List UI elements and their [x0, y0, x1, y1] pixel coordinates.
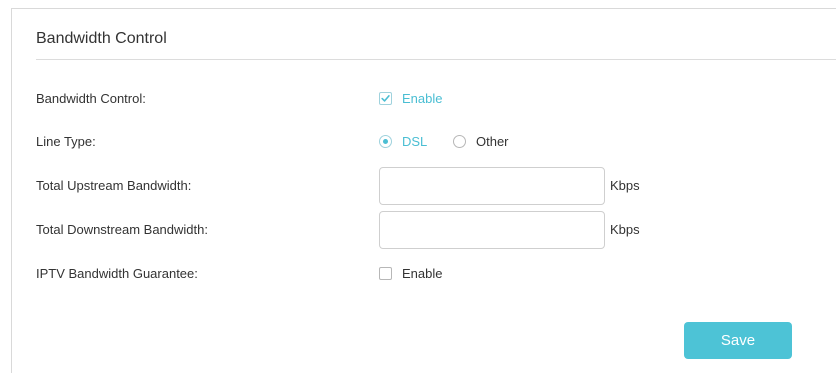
line-type-dsl-radio[interactable]: DSL: [379, 134, 427, 149]
save-button[interactable]: Save: [684, 322, 792, 359]
other-radio-circle[interactable]: [453, 135, 466, 148]
bandwidth-control-enable-checkbox[interactable]: Enable: [379, 91, 442, 106]
line-type-other-radio[interactable]: Other: [453, 134, 509, 149]
upstream-bandwidth-label: Total Upstream Bandwidth:: [36, 178, 192, 193]
bandwidth-control-label: Bandwidth Control:: [36, 91, 146, 106]
other-radio-label[interactable]: Other: [476, 134, 509, 149]
upstream-unit-label: Kbps: [610, 178, 640, 193]
upstream-bandwidth-input[interactable]: [379, 167, 605, 205]
radio-selected-dot: [383, 139, 388, 144]
line-type-label: Line Type:: [36, 134, 96, 149]
downstream-bandwidth-input[interactable]: [379, 211, 605, 249]
downstream-bandwidth-label: Total Downstream Bandwidth:: [36, 222, 208, 237]
dsl-radio-label[interactable]: DSL: [402, 134, 427, 149]
downstream-unit-label: Kbps: [610, 222, 640, 237]
bandwidth-control-enable-label[interactable]: Enable: [402, 91, 442, 106]
dsl-radio-circle[interactable]: [379, 135, 392, 148]
iptv-bandwidth-guarantee-label: IPTV Bandwidth Guarantee:: [36, 266, 198, 281]
title-divider: [36, 59, 836, 60]
section-title: Bandwidth Control: [36, 30, 167, 47]
bandwidth-control-checkbox-box[interactable]: [379, 92, 392, 105]
iptv-enable-label[interactable]: Enable: [402, 266, 442, 281]
bandwidth-control-panel: Bandwidth Control Bandwidth Control: Ena…: [11, 8, 836, 373]
checkmark-icon: [381, 95, 390, 102]
iptv-checkbox-box[interactable]: [379, 267, 392, 280]
iptv-enable-checkbox[interactable]: Enable: [379, 266, 442, 281]
